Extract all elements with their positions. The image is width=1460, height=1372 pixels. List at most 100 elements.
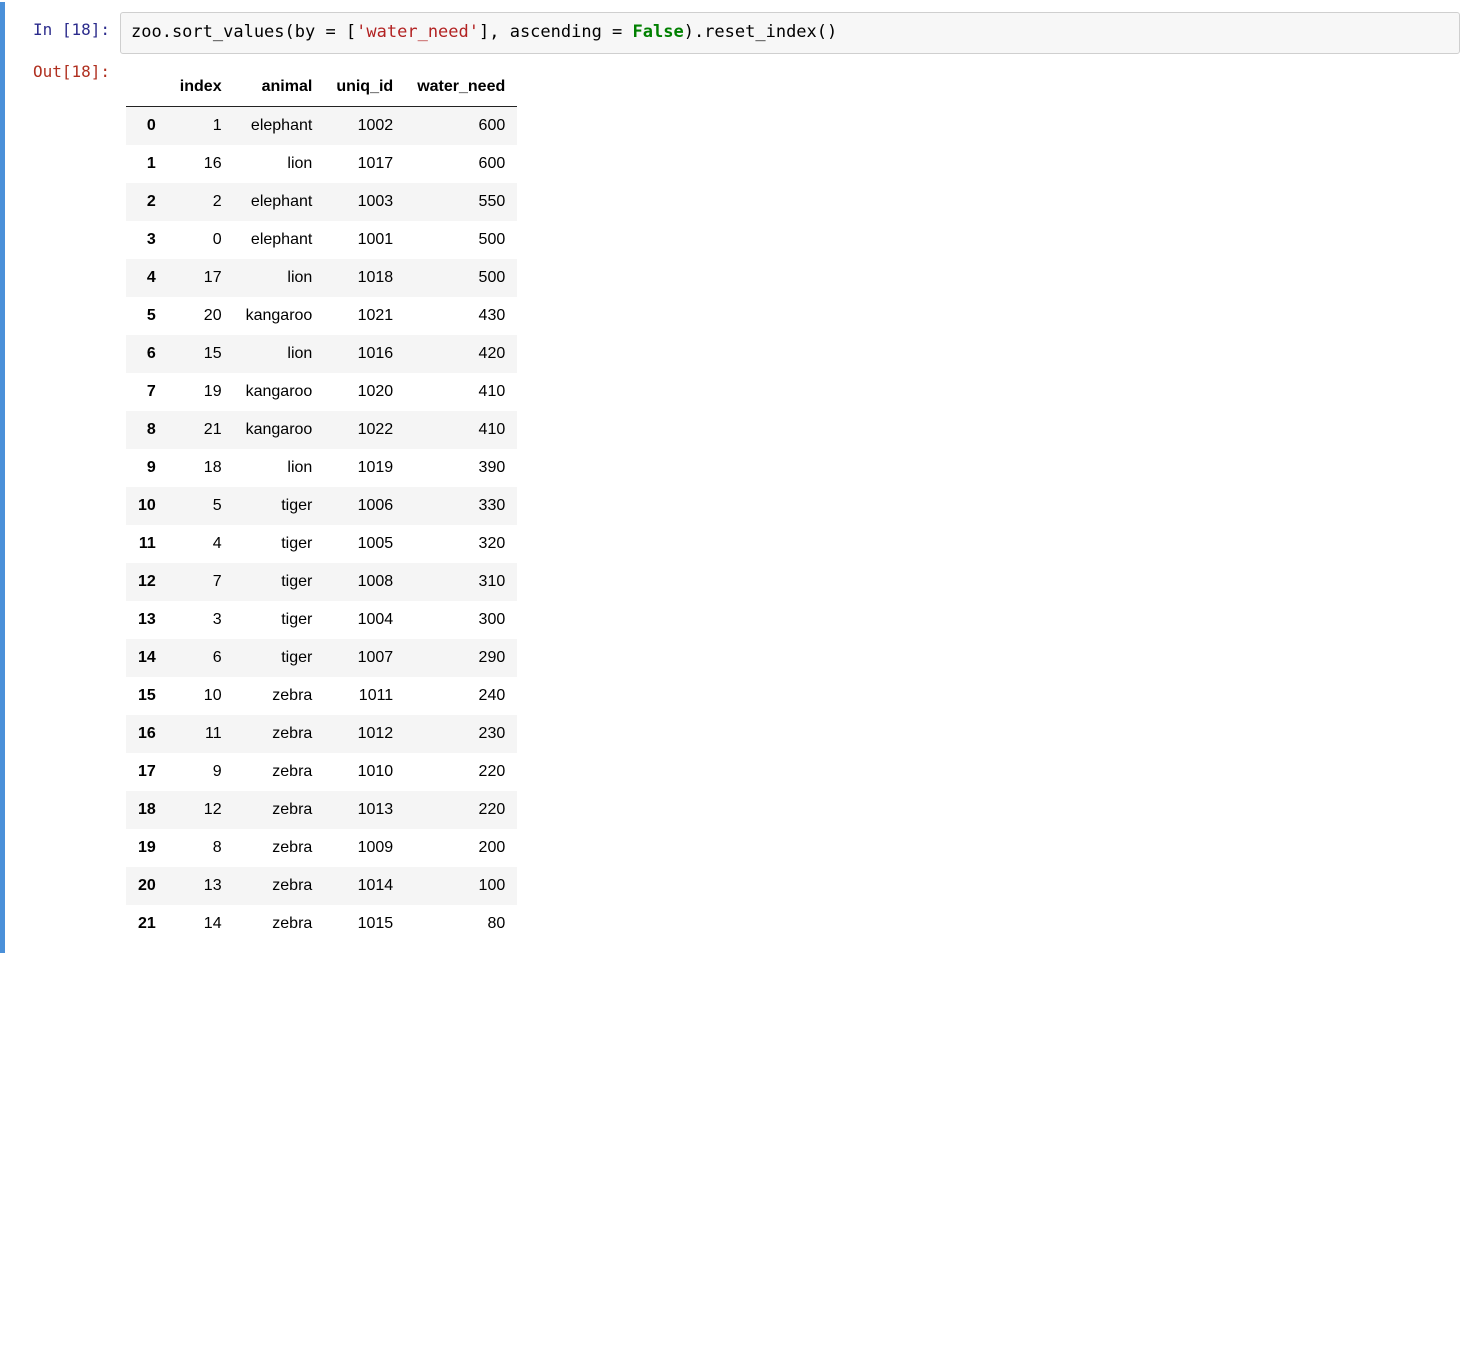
row-index: 4: [126, 259, 168, 297]
cell-water_need: 410: [405, 411, 517, 449]
row-index: 1: [126, 145, 168, 183]
input-prompt: In [18]:: [5, 12, 120, 39]
cell-index: 16: [168, 145, 234, 183]
table-header-animal: animal: [234, 68, 325, 107]
cell-uniq_id: 1013: [324, 791, 405, 829]
cell-index: 6: [168, 639, 234, 677]
table-row: 146tiger1007290: [126, 639, 517, 677]
row-index: 9: [126, 449, 168, 487]
notebook-cell: In [18]: zoo.sort_values(by = ['water_ne…: [0, 2, 1460, 953]
cell-animal: kangaroo: [234, 411, 325, 449]
cell-water_need: 550: [405, 183, 517, 221]
table-row: 1611zebra1012230: [126, 715, 517, 753]
cell-water_need: 420: [405, 335, 517, 373]
cell-uniq_id: 1017: [324, 145, 405, 183]
table-header-water-need: water_need: [405, 68, 517, 107]
cell-index: 19: [168, 373, 234, 411]
code-token: zoo.sort_values(by = [: [131, 22, 356, 42]
cell-index: 2: [168, 183, 234, 221]
cell-uniq_id: 1012: [324, 715, 405, 753]
cell-water_need: 500: [405, 221, 517, 259]
table-row: 417lion1018500: [126, 259, 517, 297]
cell-uniq_id: 1011: [324, 677, 405, 715]
cell-water_need: 230: [405, 715, 517, 753]
row-index: 16: [126, 715, 168, 753]
output-prompt: Out[18]:: [5, 54, 120, 81]
cell-animal: lion: [234, 259, 325, 297]
cell-uniq_id: 1006: [324, 487, 405, 525]
cell-animal: kangaroo: [234, 373, 325, 411]
row-index: 18: [126, 791, 168, 829]
cell-water_need: 300: [405, 601, 517, 639]
cell-index: 21: [168, 411, 234, 449]
table-row: 2013zebra1014100: [126, 867, 517, 905]
cell-uniq_id: 1003: [324, 183, 405, 221]
code-input[interactable]: zoo.sort_values(by = ['water_need'], asc…: [120, 12, 1460, 54]
table-row: 615lion1016420: [126, 335, 517, 373]
row-index: 17: [126, 753, 168, 791]
cell-water_need: 310: [405, 563, 517, 601]
cell-uniq_id: 1016: [324, 335, 405, 373]
cell-water_need: 390: [405, 449, 517, 487]
cell-uniq_id: 1015: [324, 905, 405, 943]
cell-uniq_id: 1007: [324, 639, 405, 677]
cell-water_need: 220: [405, 753, 517, 791]
cell-animal: zebra: [234, 905, 325, 943]
cell-uniq_id: 1002: [324, 106, 405, 145]
cell-water_need: 80: [405, 905, 517, 943]
table-row: 127tiger1008310: [126, 563, 517, 601]
cell-animal: zebra: [234, 791, 325, 829]
table-header-row: index animal uniq_id water_need: [126, 68, 517, 107]
cell-uniq_id: 1005: [324, 525, 405, 563]
code-token: ).reset_index(): [684, 22, 838, 42]
cell-water_need: 600: [405, 145, 517, 183]
row-index: 11: [126, 525, 168, 563]
cell-animal: lion: [234, 335, 325, 373]
table-row: 1812zebra1013220: [126, 791, 517, 829]
table-row: 22elephant1003550: [126, 183, 517, 221]
table-row: 821kangaroo1022410: [126, 411, 517, 449]
cell-uniq_id: 1022: [324, 411, 405, 449]
row-index: 13: [126, 601, 168, 639]
cell-water_need: 200: [405, 829, 517, 867]
cell-animal: zebra: [234, 867, 325, 905]
cell-water_need: 320: [405, 525, 517, 563]
cell-index: 14: [168, 905, 234, 943]
cell-water_need: 600: [405, 106, 517, 145]
cell-animal: zebra: [234, 829, 325, 867]
cell-uniq_id: 1009: [324, 829, 405, 867]
cell-uniq_id: 1010: [324, 753, 405, 791]
row-index: 20: [126, 867, 168, 905]
table-row: 114tiger1005320: [126, 525, 517, 563]
output-row: Out[18]: index animal uniq_id water_need…: [5, 54, 1460, 943]
cell-index: 11: [168, 715, 234, 753]
cell-uniq_id: 1021: [324, 297, 405, 335]
table-row: 30elephant1001500: [126, 221, 517, 259]
row-index: 21: [126, 905, 168, 943]
code-token: 'water_need': [356, 22, 479, 42]
input-row: In [18]: zoo.sort_values(by = ['water_ne…: [5, 12, 1460, 54]
row-index: 14: [126, 639, 168, 677]
cell-index: 4: [168, 525, 234, 563]
table-header-uniq-id: uniq_id: [324, 68, 405, 107]
cell-uniq_id: 1008: [324, 563, 405, 601]
cell-index: 20: [168, 297, 234, 335]
cell-uniq_id: 1004: [324, 601, 405, 639]
cell-index: 12: [168, 791, 234, 829]
cell-index: 8: [168, 829, 234, 867]
table-row: 133tiger1004300: [126, 601, 517, 639]
row-index: 6: [126, 335, 168, 373]
cell-water_need: 430: [405, 297, 517, 335]
table-row: 2114zebra101580: [126, 905, 517, 943]
cell-animal: lion: [234, 449, 325, 487]
cell-index: 13: [168, 867, 234, 905]
cell-water_need: 410: [405, 373, 517, 411]
cell-animal: zebra: [234, 715, 325, 753]
cell-water_need: 100: [405, 867, 517, 905]
cell-uniq_id: 1018: [324, 259, 405, 297]
cell-index: 5: [168, 487, 234, 525]
cell-index: 1: [168, 106, 234, 145]
row-index: 3: [126, 221, 168, 259]
row-index: 12: [126, 563, 168, 601]
code-token: False: [633, 22, 684, 42]
